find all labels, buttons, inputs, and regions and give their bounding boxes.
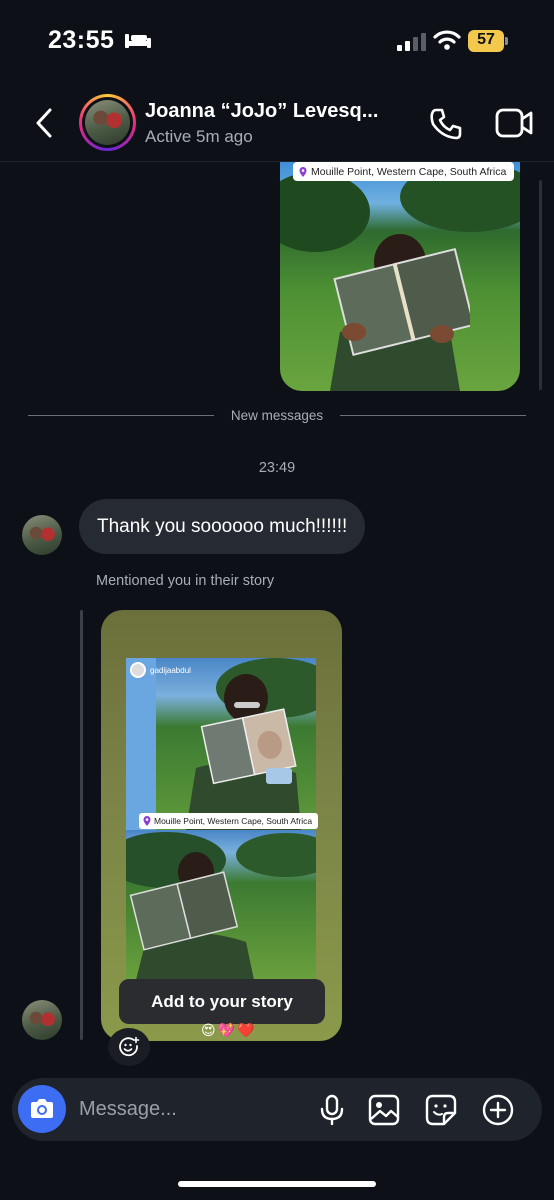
react-button[interactable] — [108, 1028, 150, 1066]
chat-header: Joanna “JoJo” Levesq... Active 5m ago — [0, 84, 554, 162]
add-reaction-icon — [119, 1036, 140, 1057]
message-input[interactable] — [79, 1091, 299, 1127]
back-icon[interactable] — [30, 106, 58, 140]
sender-avatar[interactable] — [22, 515, 62, 555]
bed-icon — [125, 34, 151, 48]
location-pin-icon — [299, 166, 307, 177]
contact-name[interactable]: Joanna “JoJo” Levesq... — [145, 100, 405, 123]
story-username: gadijaabdul — [150, 665, 191, 675]
location-sticker: Mouille Point, Western Cape, South Afric… — [293, 162, 515, 181]
contact-avatar[interactable] — [79, 94, 136, 151]
divider-label: New messages — [230, 408, 324, 423]
microphone-icon[interactable] — [315, 1093, 349, 1127]
story-image-top: gadijaabdul — [126, 658, 316, 830]
gallery-icon[interactable] — [367, 1093, 401, 1127]
story-user-chip: gadijaabdul — [130, 662, 191, 678]
status-bar: 23:55 57 — [0, 0, 554, 80]
shared-photo-message[interactable]: Mouille Point, Western Cape, South Afric… — [280, 162, 520, 391]
reply-bar — [80, 610, 83, 1040]
battery-level: 57 — [477, 31, 495, 48]
location-pin-icon — [143, 816, 151, 826]
photo-subject — [330, 234, 470, 391]
message-timestamp: 23:49 — [258, 460, 296, 476]
avatar-image — [85, 100, 130, 145]
story-location-sticker: Mouille Point, Western Cape, South Afric… — [139, 813, 319, 829]
story-emojis: 😍💖❤️ — [201, 1022, 257, 1038]
battery-tip — [505, 37, 508, 45]
sender-avatar[interactable] — [22, 1000, 62, 1040]
story-photo-top — [126, 658, 316, 830]
avatar-gap — [82, 97, 133, 148]
battery-indicator: 57 — [468, 30, 508, 52]
add-to-story-button[interactable]: Add to your story — [119, 979, 325, 1024]
status-time: 23:55 — [48, 26, 115, 54]
sticker-icon[interactable] — [424, 1093, 458, 1127]
location-text: Mouille Point, Western Cape, South Afric… — [311, 165, 507, 178]
phone-icon[interactable] — [428, 106, 464, 142]
signal-icon — [397, 33, 426, 51]
camera-button[interactable] — [18, 1085, 66, 1133]
new-messages-divider: New messages — [28, 408, 526, 424]
plus-icon[interactable] — [481, 1093, 515, 1127]
scroll-indicator — [539, 180, 542, 390]
story-user-avatar — [130, 662, 146, 678]
message-text: Thank you soooooo much!!!!!! — [97, 515, 348, 537]
story-image-bottom — [126, 830, 316, 980]
message-composer — [12, 1078, 542, 1141]
contact-status: Active 5m ago — [145, 127, 253, 146]
story-photo-bottom — [126, 832, 316, 980]
camera-icon — [31, 1099, 53, 1118]
story-mention-card[interactable]: gadijaabdul Mouille Point, Western Cape,… — [101, 610, 342, 1041]
message-bubble[interactable]: Thank you soooooo much!!!!!! — [79, 499, 366, 554]
wifi-icon — [433, 30, 461, 50]
divider-line — [28, 415, 214, 416]
home-indicator[interactable] — [178, 1181, 376, 1187]
divider-line — [340, 415, 526, 416]
story-mention-note: Mentioned you in their story — [96, 573, 275, 589]
video-call-icon[interactable] — [494, 106, 534, 140]
story-location-text: Mouille Point, Western Cape, South Afric… — [154, 816, 313, 826]
